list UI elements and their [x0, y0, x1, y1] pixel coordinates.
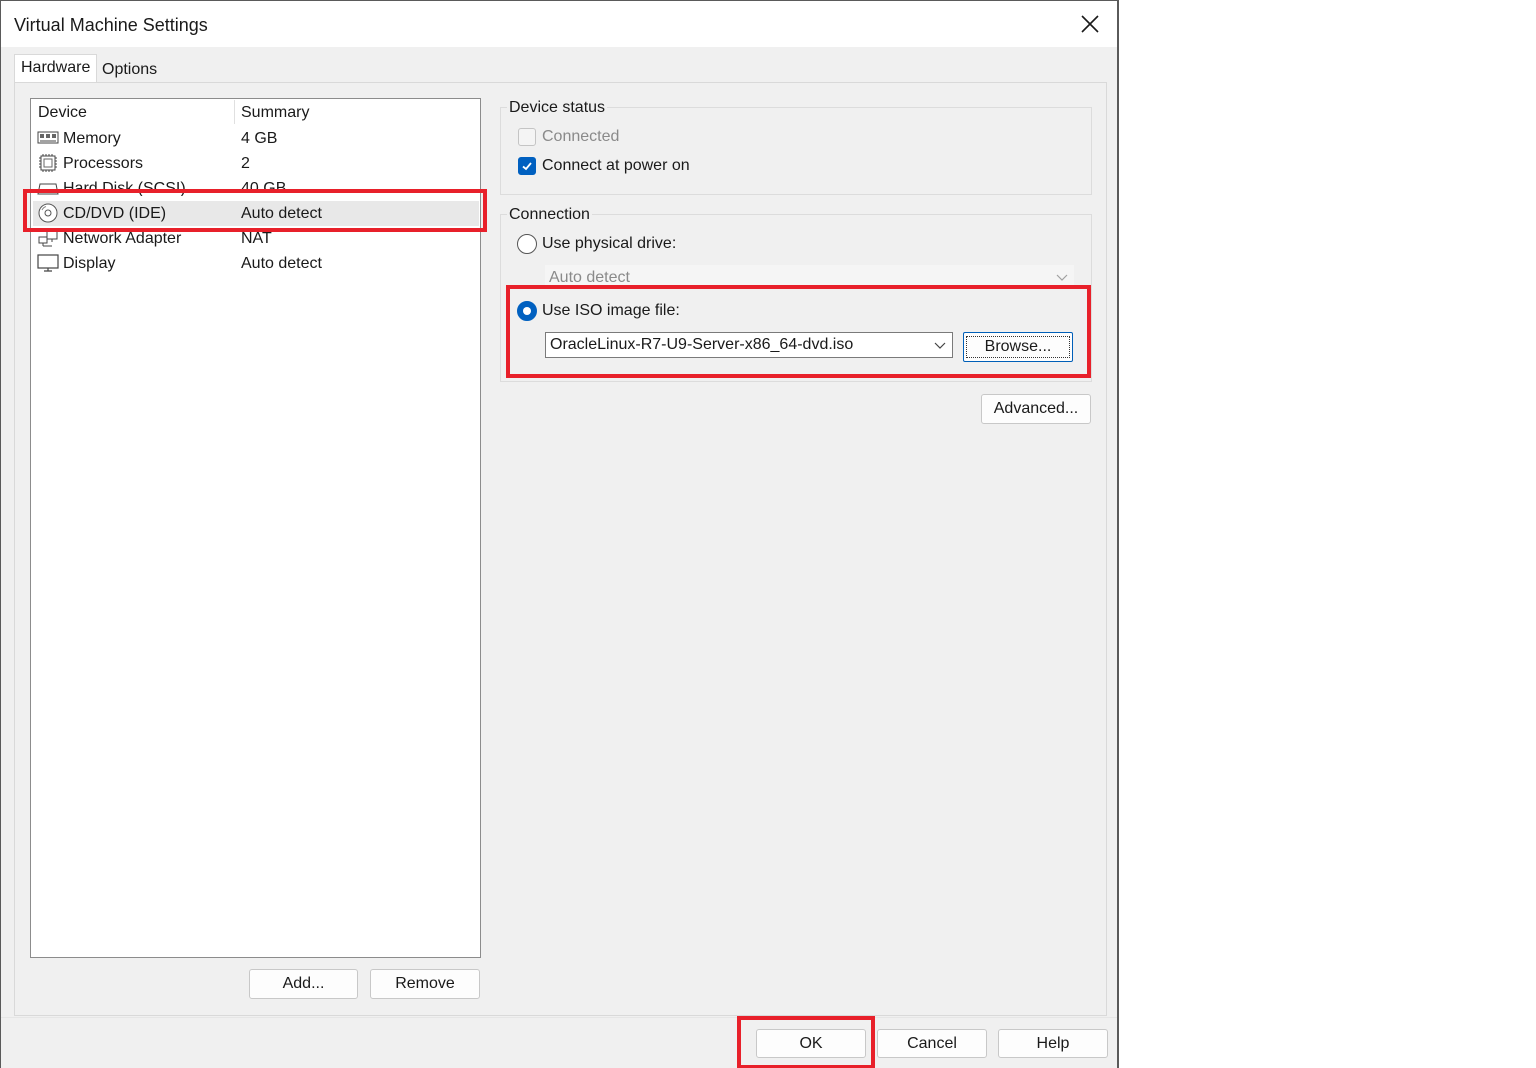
ok-button[interactable]: OK	[756, 1029, 866, 1058]
device-row-display[interactable]: Display Auto detect	[33, 251, 479, 276]
use-physical-drive-label: Use physical drive:	[542, 235, 677, 252]
device-summary: 2	[241, 155, 250, 172]
remove-button[interactable]: Remove	[370, 969, 480, 999]
device-summary: Auto detect	[241, 205, 322, 222]
iso-path-value: OracleLinux-R7-U9-Server-x86_64-dvd.iso	[550, 336, 854, 353]
device-name: Memory	[63, 130, 121, 147]
cancel-button[interactable]: Cancel	[877, 1029, 987, 1058]
device-row-cd-dvd[interactable]: CD/DVD (IDE) Auto detect	[33, 201, 479, 226]
device-row-memory[interactable]: Memory 4 GB	[33, 126, 479, 151]
device-status-label: Device status	[507, 99, 608, 117]
device-list-header: Device Summary	[31, 99, 480, 125]
close-icon	[1081, 15, 1099, 33]
settings-dialog: Virtual Machine Settings Hardware Option…	[0, 0, 1119, 1068]
use-iso-image-label: Use ISO image file:	[542, 302, 680, 319]
connected-checkbox[interactable]	[518, 128, 536, 146]
checkmark-icon	[522, 162, 532, 171]
cd-dvd-icon	[38, 203, 58, 223]
display-icon	[37, 254, 59, 272]
device-summary: NAT	[241, 230, 272, 247]
help-button[interactable]: Help	[998, 1029, 1108, 1058]
tab-options[interactable]: Options	[96, 56, 162, 84]
connection-label: Connection	[507, 206, 592, 224]
device-row-network-adapter[interactable]: Network Adapter NAT	[33, 226, 479, 251]
window-title: Virtual Machine Settings	[14, 15, 208, 35]
device-summary: Auto detect	[241, 255, 322, 272]
hard-disk-icon	[37, 183, 59, 195]
device-row-hard-disk[interactable]: Hard Disk (SCSI) 40 GB	[33, 176, 479, 196]
device-status-group	[500, 107, 1092, 195]
device-name: CD/DVD (IDE)	[63, 205, 167, 222]
close-button[interactable]	[1073, 7, 1107, 41]
device-name: Network Adapter	[63, 230, 182, 247]
physical-drive-value: Auto detect	[549, 269, 630, 286]
device-name: Processors	[63, 155, 144, 172]
browse-label: Browse...	[965, 336, 1071, 358]
tab-hardware[interactable]: Hardware	[14, 54, 97, 84]
use-physical-drive-radio[interactable]	[517, 234, 537, 254]
device-list[interactable]: Device Summary Memory 4 GB Processors 2	[30, 98, 481, 958]
use-iso-image-radio[interactable]	[517, 301, 537, 321]
device-name: Hard Disk (SCSI)	[63, 180, 186, 196]
memory-icon	[37, 131, 59, 144]
connect-at-power-on-checkbox[interactable]	[518, 157, 536, 175]
connect-at-power-on-label: Connect at power on	[542, 157, 690, 174]
processor-icon	[39, 154, 57, 172]
title-bar: Virtual Machine Settings	[1, 1, 1117, 47]
chevron-down-icon	[934, 342, 946, 349]
device-row-processors[interactable]: Processors 2	[33, 151, 479, 176]
add-button[interactable]: Add...	[249, 969, 358, 999]
device-summary: 4 GB	[241, 130, 278, 147]
physical-drive-select[interactable]: Auto detect	[545, 265, 1074, 287]
chevron-down-icon	[1056, 274, 1068, 281]
column-header-summary[interactable]: Summary	[241, 104, 309, 122]
footer-divider	[1, 1017, 1117, 1018]
browse-button[interactable]: Browse...	[963, 332, 1073, 362]
network-adapter-icon	[38, 230, 58, 247]
iso-path-combobox[interactable]: OracleLinux-R7-U9-Server-x86_64-dvd.iso	[545, 332, 953, 358]
column-header-device[interactable]: Device	[38, 104, 87, 122]
device-name: Display	[63, 255, 116, 272]
column-separator[interactable]	[234, 100, 235, 124]
advanced-button[interactable]: Advanced...	[981, 394, 1091, 424]
connected-label: Connected	[542, 128, 620, 145]
device-summary: 40 GB	[241, 180, 287, 196]
